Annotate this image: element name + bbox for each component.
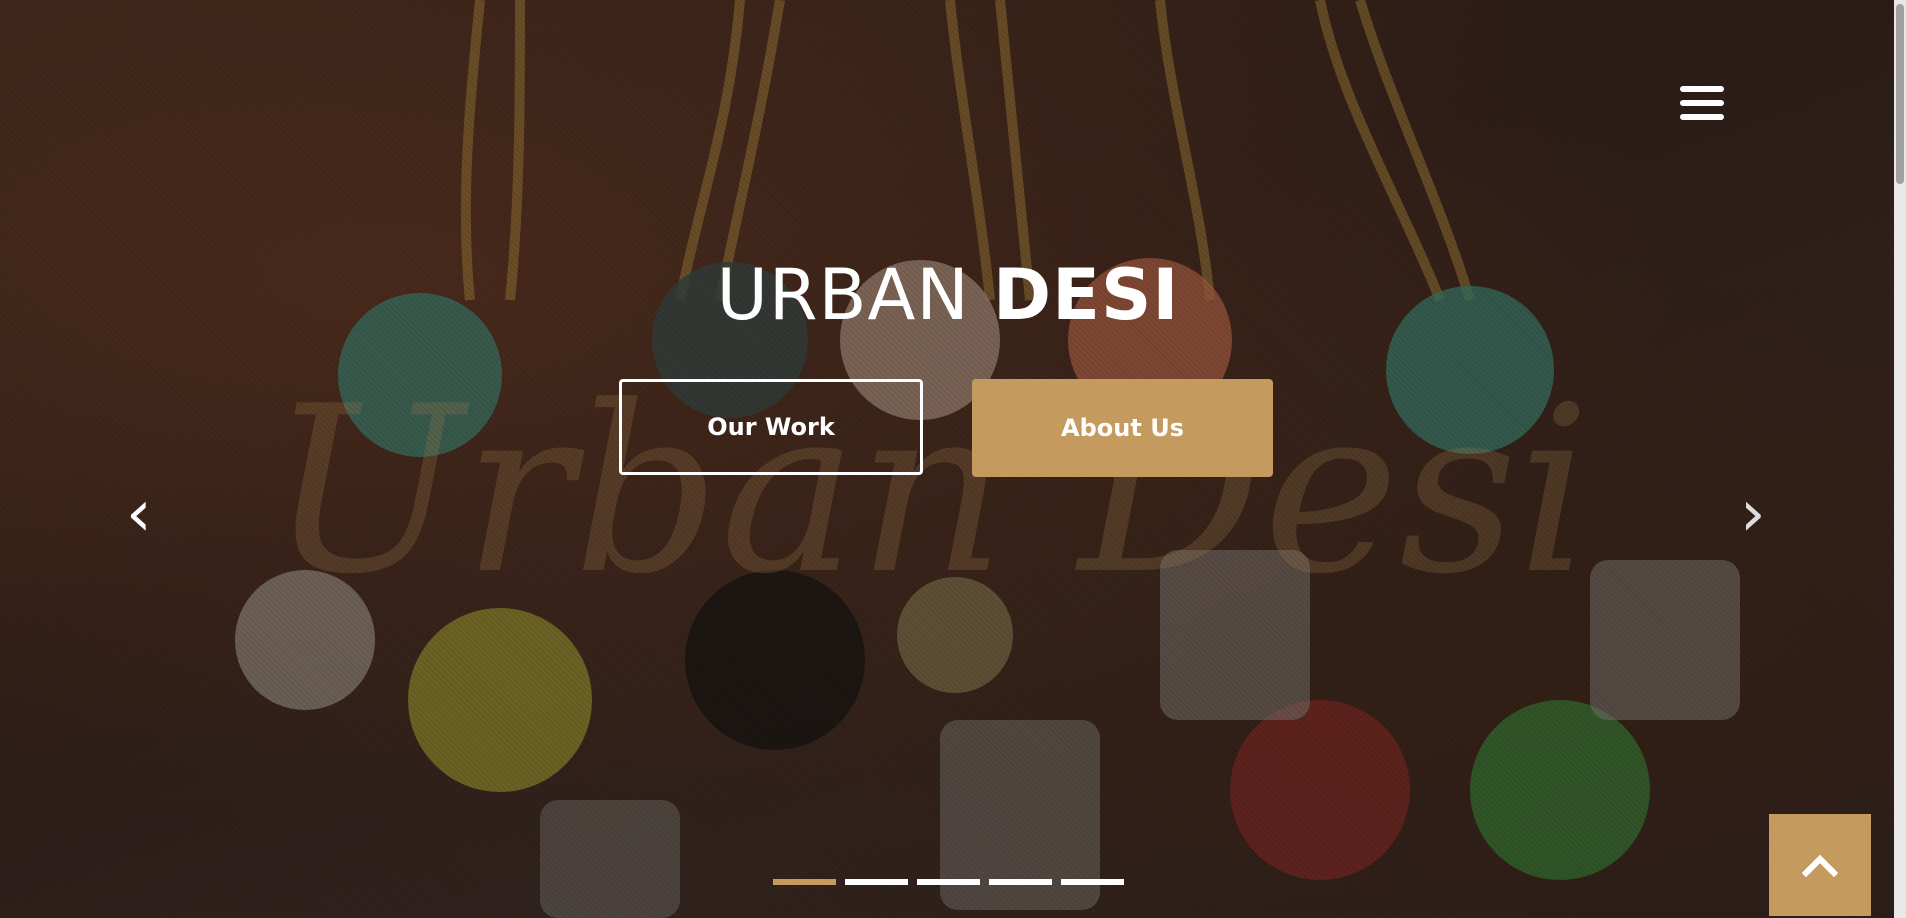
brand-title-bold: DESI bbox=[993, 254, 1180, 336]
hero-carousel: Urban Desi bbox=[0, 0, 1906, 918]
hero-overlay bbox=[0, 0, 1906, 918]
carousel-indicator[interactable] bbox=[1061, 879, 1124, 885]
carousel-indicator[interactable] bbox=[917, 879, 980, 885]
chevron-up-icon bbox=[1802, 854, 1838, 877]
scrollbar-thumb[interactable] bbox=[1896, 4, 1904, 184]
about-us-button[interactable]: About Us bbox=[972, 379, 1273, 477]
chevron-left-icon[interactable]: ‹ bbox=[126, 482, 152, 546]
carousel-indicator[interactable] bbox=[773, 879, 836, 885]
scroll-to-top-button[interactable] bbox=[1769, 814, 1871, 916]
hamburger-menu-icon[interactable] bbox=[1680, 86, 1726, 122]
chevron-right-icon[interactable]: › bbox=[1740, 482, 1766, 546]
carousel-indicators bbox=[773, 879, 1124, 885]
our-work-button[interactable]: Our Work bbox=[619, 379, 923, 475]
brand-title-light: URBAN bbox=[716, 254, 970, 336]
carousel-indicator[interactable] bbox=[989, 879, 1052, 885]
carousel-indicator[interactable] bbox=[845, 879, 908, 885]
brand-title: URBAN DESI bbox=[0, 250, 1896, 340]
page-scrollbar[interactable] bbox=[1894, 0, 1906, 918]
